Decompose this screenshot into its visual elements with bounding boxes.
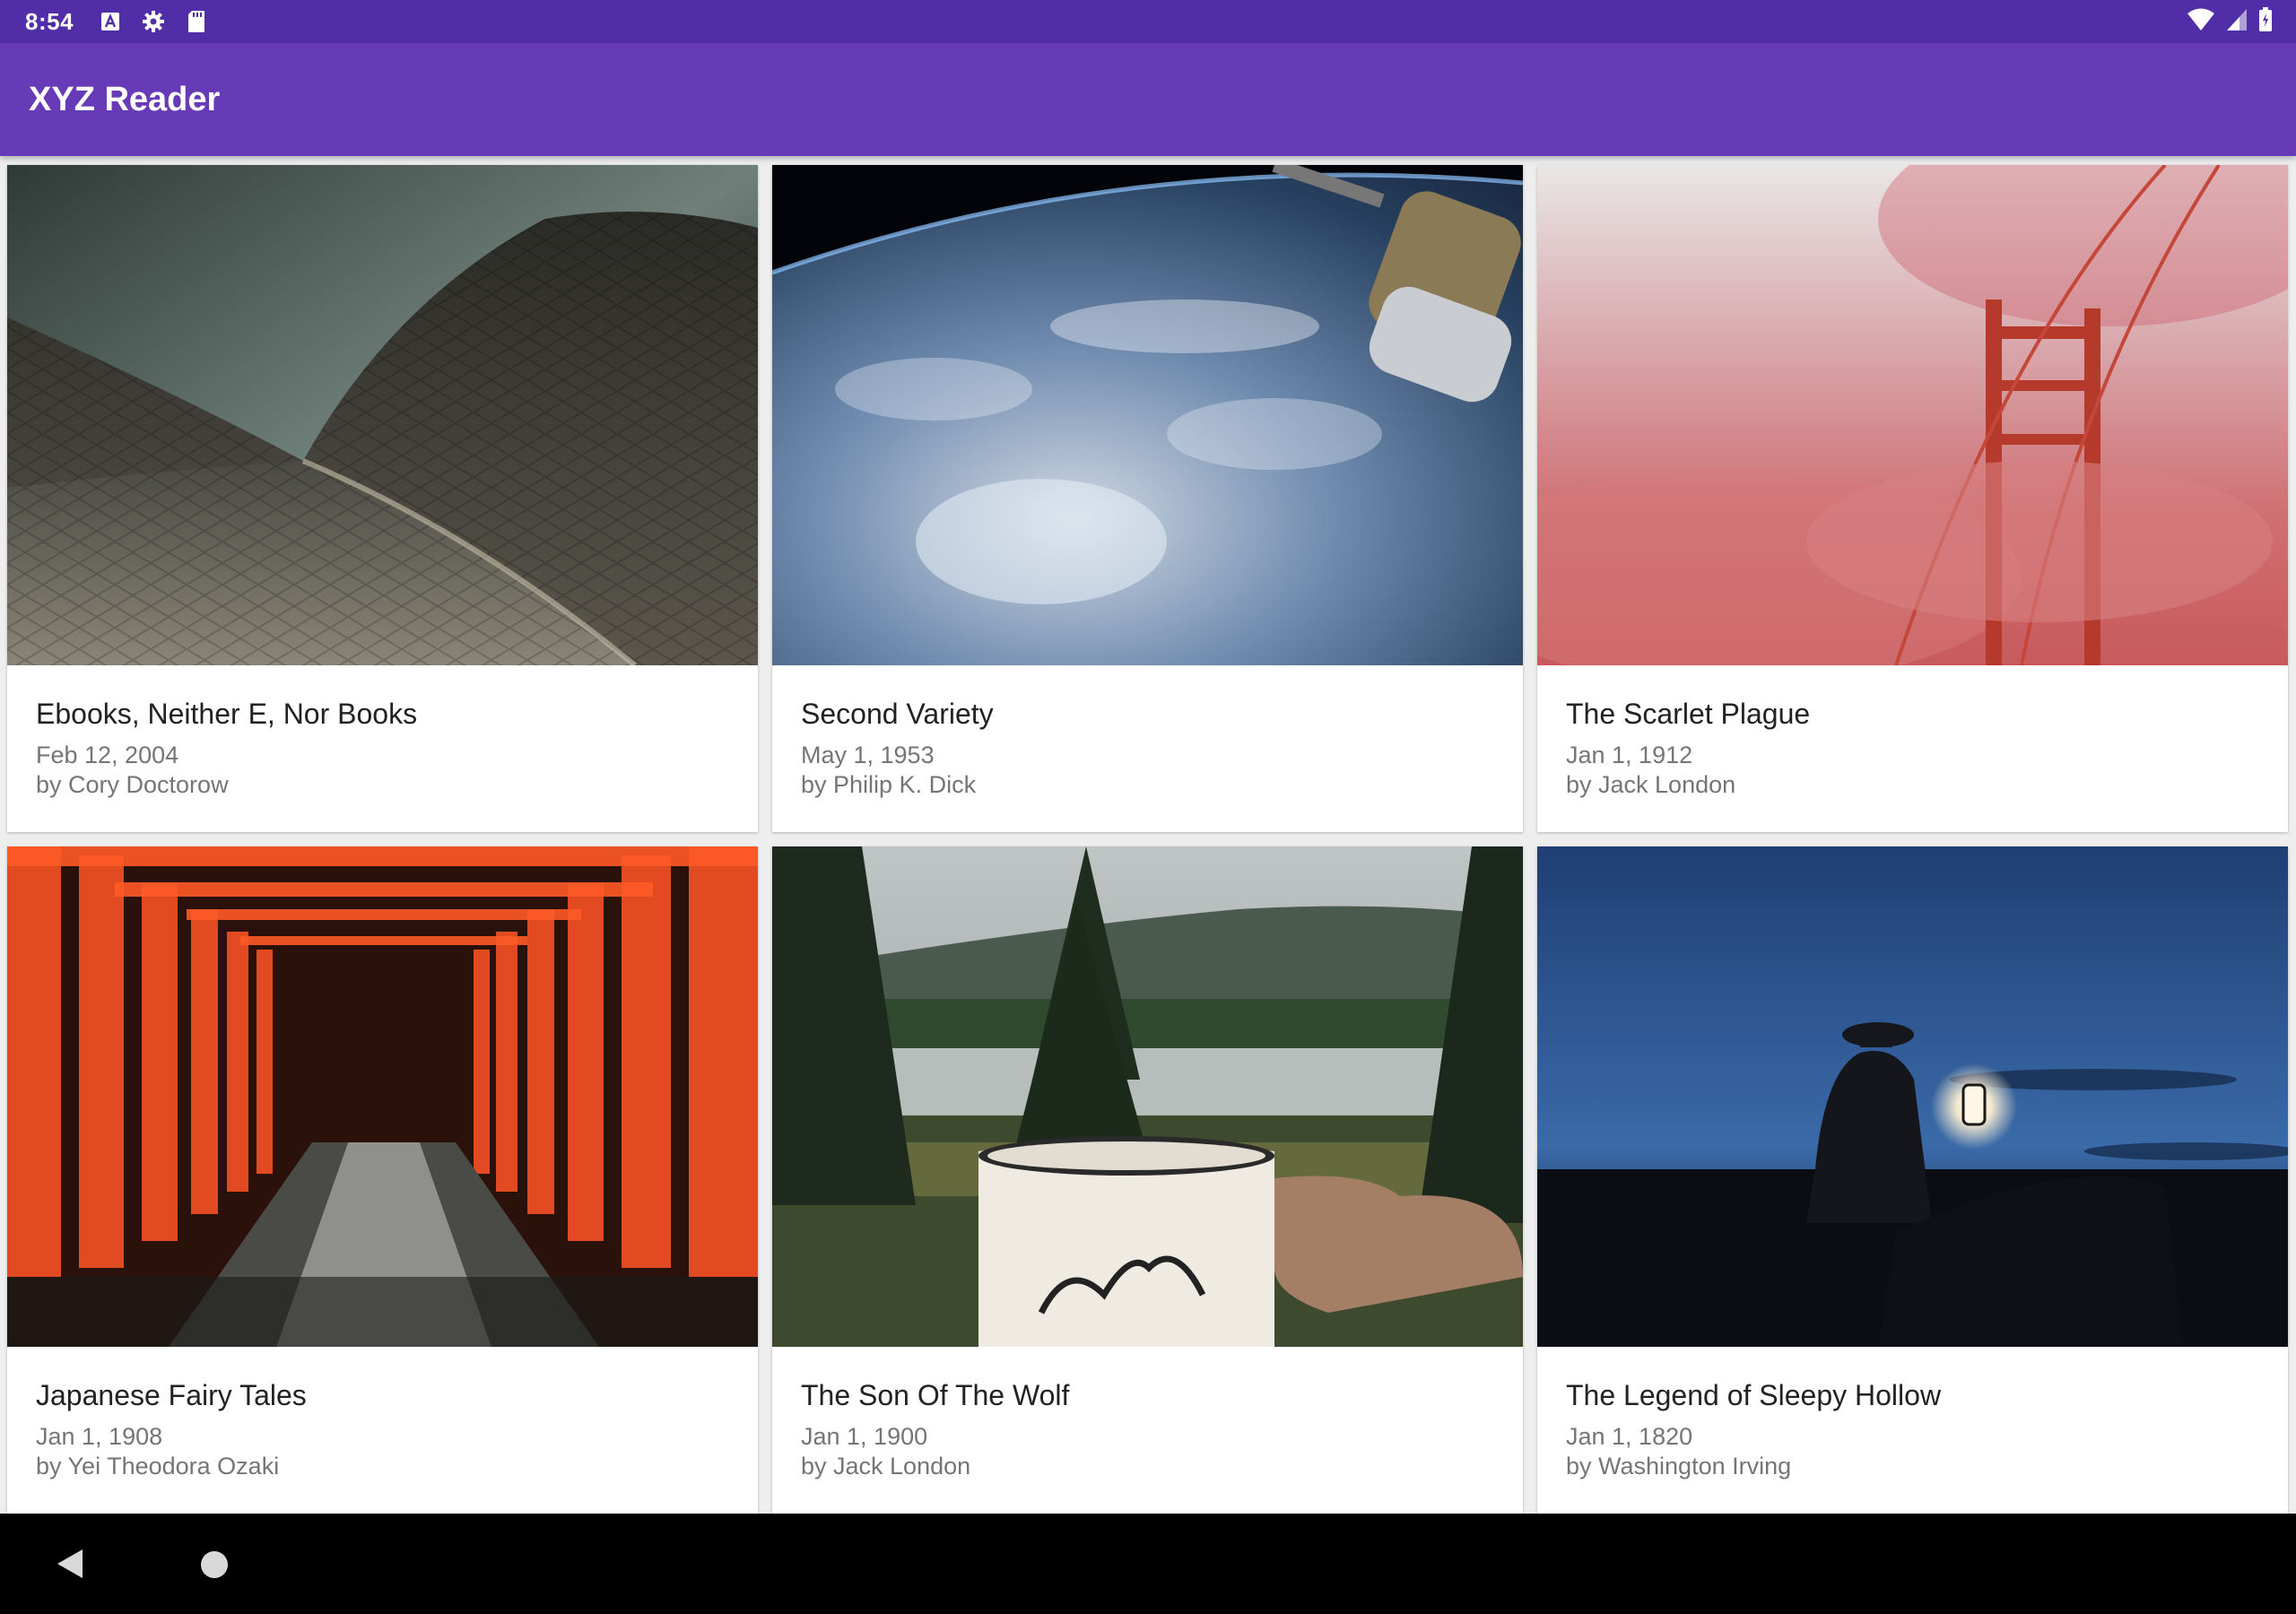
article-author: by Jack London — [801, 1453, 971, 1480]
article-card[interactable]: Second Variety May 1, 1953 by Philip K. … — [772, 165, 1523, 832]
article-card-body: Second Variety May 1, 1953 by Philip K. … — [772, 665, 1523, 800]
status-icons-left — [99, 10, 208, 33]
article-date: May 1, 1953 — [801, 742, 935, 768]
article-date: Feb 12, 2004 — [36, 742, 179, 768]
article-author: by Washington Irving — [1566, 1453, 1792, 1480]
status-bar: 8:54 — [0, 0, 2296, 43]
article-title: Japanese Fairy Tales — [36, 1379, 307, 1411]
article-card[interactable]: Japanese Fairy Tales Jan 1, 1908 by Yei … — [7, 846, 758, 1514]
signal-icon — [2226, 8, 2248, 36]
app-title: XYZ Reader — [29, 80, 221, 118]
app-bar: XYZ Reader — [0, 43, 2296, 156]
article-card-body: The Legend of Sleepy Hollow Jan 1, 1820 … — [1537, 1347, 2288, 1481]
home-icon[interactable] — [201, 1551, 228, 1578]
article-author: by Philip K. Dick — [801, 771, 977, 798]
article-date: Jan 1, 1900 — [801, 1423, 928, 1450]
article-title: The Son Of The Wolf — [801, 1379, 1070, 1411]
article-author: by Jack London — [1566, 771, 1736, 798]
article-card-body: Ebooks, Neither E, Nor Books Feb 12, 200… — [7, 665, 758, 800]
battery-icon — [2258, 6, 2273, 37]
article-title: Second Variety — [801, 698, 994, 730]
article-date: Jan 1, 1908 — [36, 1423, 163, 1450]
text-a-icon — [99, 10, 122, 33]
status-time: 8:54 — [25, 7, 74, 35]
navigation-bar — [0, 1514, 2296, 1614]
mug-by-lake-image — [772, 846, 1523, 1347]
opera-house-roof-image — [7, 165, 758, 665]
article-card[interactable]: The Scarlet Plague Jan 1, 1912 by Jack L… — [1537, 165, 2288, 832]
article-author: by Yei Theodora Ozaki — [36, 1453, 280, 1480]
article-author: by Cory Doctorow — [36, 771, 229, 798]
bridge-in-fog-image — [1537, 165, 2288, 665]
rider-with-lantern-image — [1537, 846, 2288, 1347]
article-date: Jan 1, 1820 — [1566, 1423, 1693, 1450]
article-title: The Scarlet Plague — [1566, 698, 1811, 730]
article-card[interactable]: Ebooks, Neither E, Nor Books Feb 12, 200… — [7, 165, 758, 832]
article-grid[interactable]: Ebooks, Neither E, Nor Books Feb 12, 200… — [7, 165, 2289, 1514]
article-title: The Legend of Sleepy Hollow — [1566, 1379, 1942, 1411]
article-title: Ebooks, Neither E, Nor Books — [36, 698, 418, 730]
article-card-body: Japanese Fairy Tales Jan 1, 1908 by Yei … — [7, 1347, 758, 1481]
article-card[interactable]: The Legend of Sleepy Hollow Jan 1, 1820 … — [1537, 846, 2288, 1514]
earth-from-space-image — [772, 165, 1523, 665]
back-icon[interactable] — [56, 1548, 84, 1580]
article-card-body: The Son Of The Wolf Jan 1, 1900 by Jack … — [772, 1347, 1523, 1481]
article-date: Jan 1, 1912 — [1566, 742, 1693, 768]
article-card-body: The Scarlet Plague Jan 1, 1912 by Jack L… — [1537, 665, 2288, 800]
gear-icon — [142, 10, 165, 33]
sd-card-icon — [185, 10, 208, 33]
article-card[interactable]: The Son Of The Wolf Jan 1, 1900 by Jack … — [772, 846, 1523, 1514]
status-icons-right — [2187, 0, 2273, 43]
wifi-icon — [2187, 8, 2215, 36]
torii-gates-image — [7, 846, 758, 1347]
